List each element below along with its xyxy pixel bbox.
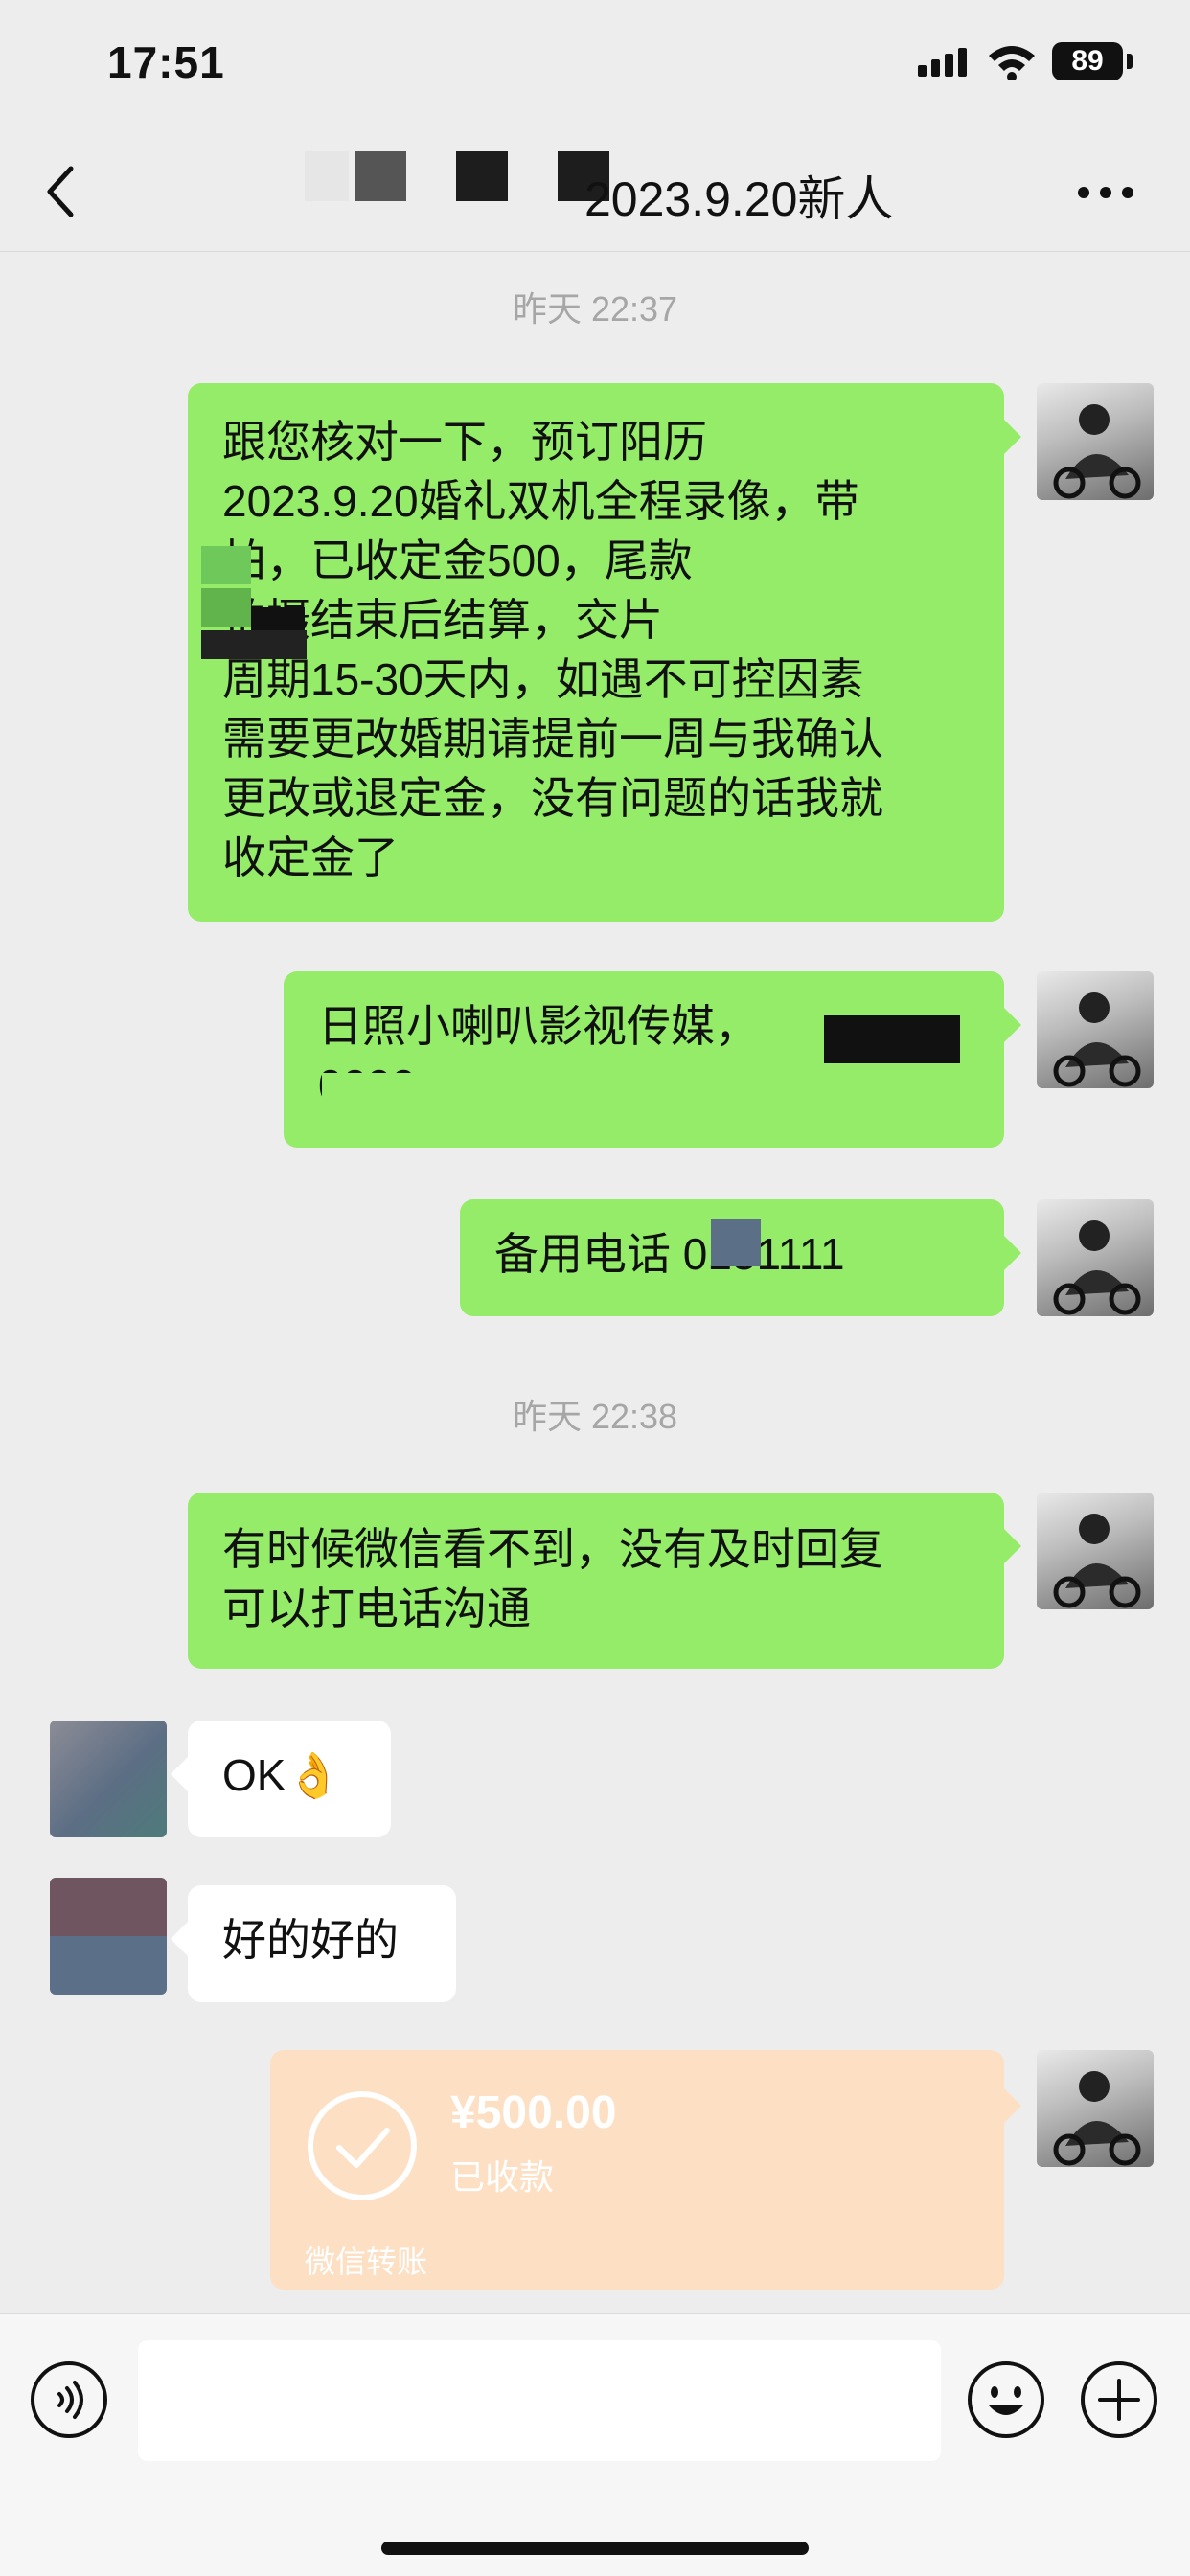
message-text: 有时候微信看不到，没有及时回复 可以打电话沟通 [222, 1524, 883, 1633]
message-text: OK👌 [222, 1750, 341, 1800]
input-bar [0, 2313, 1190, 2576]
text-redaction [201, 546, 251, 584]
transfer-amount: ¥500.00 [450, 2087, 617, 2138]
status-time: 17:51 [107, 37, 225, 87]
battery-tip [1127, 54, 1133, 69]
more-icon[interactable] [1077, 186, 1134, 199]
message-timestamp: 昨天 22:38 [512, 1397, 678, 1436]
message-text: 跟您核对一下，预订阳历 2023.9.20婚礼双机全程录像，带 拍，已收定金50… [222, 417, 883, 882]
contact-avatar[interactable] [50, 1721, 167, 1837]
back-icon[interactable] [42, 163, 80, 220]
my-avatar[interactable] [1037, 1493, 1154, 1609]
message-bubble[interactable]: 备用电话 0151111 [460, 1199, 1021, 1316]
text-redaction [201, 630, 307, 659]
plus-icon[interactable] [1079, 2359, 1159, 2440]
message-bubble[interactable]: OK👌 [171, 1721, 391, 1837]
title-redaction [355, 151, 406, 201]
status-bar: 17:51 89 [0, 0, 1190, 134]
voice-icon[interactable] [29, 2359, 109, 2440]
text-redaction [711, 1219, 761, 1266]
transfer-status: 已收款 [450, 2157, 555, 2197]
message-timestamp: 昨天 22:37 [512, 289, 678, 329]
message-input[interactable] [138, 2340, 941, 2461]
message-text: 好的好的 [222, 1915, 399, 1965]
battery-indicator: 89 [1052, 42, 1123, 80]
message-bubble[interactable]: 好的好的 [171, 1885, 456, 2002]
title-redaction [456, 151, 508, 201]
check-icon [308, 2091, 417, 2200]
message-bubble[interactable]: 有时候微信看不到，没有及时回复 可以打电话沟通 [188, 1493, 1021, 1669]
message-bubble[interactable]: 跟您核对一下，预订阳历 2023.9.20婚礼双机全程录像，带 拍，已收定金50… [188, 383, 1021, 922]
my-avatar[interactable] [1037, 383, 1154, 500]
message-bubble[interactable]: 日照小喇叭影视传媒， 0099 [284, 971, 1021, 1148]
title-redaction [305, 151, 349, 201]
wifi-icon [989, 46, 1035, 80]
transfer-source: 微信转账 [305, 2245, 428, 2279]
transfer-card[interactable]: ¥500.00 已收款 微信转账 [270, 2050, 1021, 2290]
my-avatar[interactable] [1037, 2050, 1154, 2167]
signal-icon [918, 48, 967, 77]
chat-title: 2023.9.20新人 [584, 172, 894, 226]
contact-avatar[interactable] [50, 1878, 167, 1995]
chat-header: 2023.9.20新人 [0, 134, 1190, 252]
text-redaction [322, 1073, 510, 1132]
my-avatar[interactable] [1037, 971, 1154, 1088]
text-redaction [824, 1015, 960, 1063]
my-avatar[interactable] [1037, 1199, 1154, 1316]
emoji-icon[interactable] [966, 2359, 1046, 2440]
home-indicator [381, 2542, 809, 2555]
text-redaction [201, 588, 251, 627]
